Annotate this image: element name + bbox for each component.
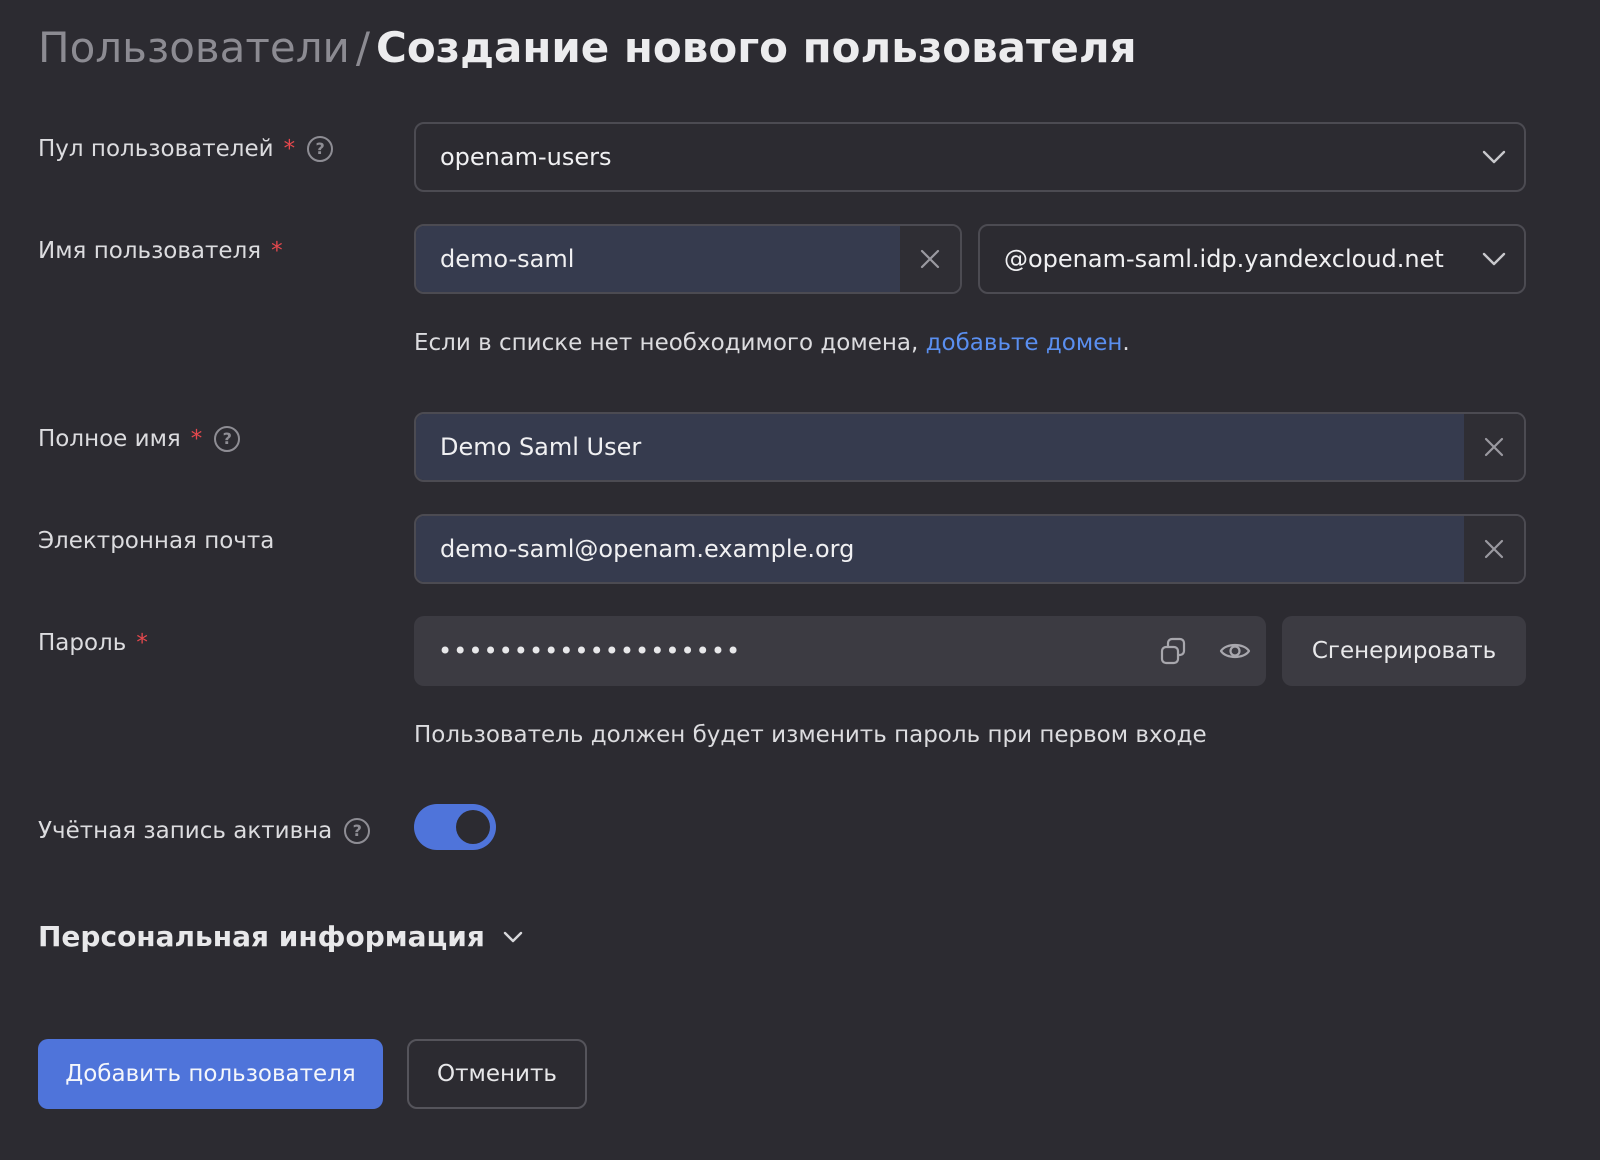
breadcrumb-users-link[interactable]: Пользователи [38, 23, 350, 72]
pool-label: Пул пользователей * ? [38, 134, 334, 164]
copy-icon[interactable] [1142, 616, 1204, 686]
password-input[interactable]: •••••••••••••••••••• [414, 616, 1266, 686]
clear-icon[interactable] [1464, 414, 1524, 480]
add-domain-link[interactable]: добавьте домен [926, 330, 1123, 356]
cancel-button[interactable]: Отменить [407, 1039, 587, 1109]
page-title: Создание нового пользователя [376, 23, 1137, 72]
email-input[interactable]: demo-saml@openam.example.org [414, 514, 1526, 584]
password-label-text: Пароль [38, 630, 127, 656]
full-name-label-text: Полное имя [38, 426, 181, 452]
full-name-input[interactable]: Demo Saml User [414, 412, 1526, 482]
required-mark: * [271, 238, 283, 264]
active-label-text: Учётная запись активна [38, 818, 333, 844]
required-mark: * [136, 630, 148, 656]
pool-select[interactable]: openam-users [414, 122, 1526, 192]
username-label-text: Имя пользователя [38, 238, 262, 264]
pool-label-text: Пул пользователей [38, 136, 274, 162]
domain-hint: Если в списке нет необходимого домена, д… [414, 328, 1130, 358]
required-mark: * [283, 136, 296, 162]
email-label: Электронная почта [38, 526, 274, 556]
chevron-down-icon[interactable] [1464, 124, 1524, 190]
domain-hint-end: . [1122, 330, 1130, 356]
personal-info-title: Персональная информация [38, 920, 485, 953]
toggle-knob [456, 810, 490, 844]
password-hint: Пользователь должен будет изменить парол… [414, 722, 1207, 748]
clear-icon[interactable] [1464, 516, 1524, 582]
domain-select[interactable]: @openam-saml.idp.yandexcloud.net [978, 224, 1526, 294]
domain-select-value: @openam-saml.idp.yandexcloud.net [1004, 245, 1444, 273]
full-name-input-value: Demo Saml User [416, 414, 1464, 480]
help-icon[interactable]: ? [214, 426, 241, 452]
username-input[interactable]: demo-saml [414, 224, 962, 294]
create-user-page: Пользователи / Создание нового пользовател… [0, 0, 1600, 1160]
add-user-button[interactable]: Добавить пользователя [38, 1039, 383, 1109]
chevron-down-icon[interactable] [503, 931, 523, 943]
domain-hint-text: Если в списке нет необходимого домена, [414, 330, 926, 356]
help-icon[interactable]: ? [307, 136, 334, 162]
password-input-value: •••••••••••••••••••• [438, 637, 742, 665]
email-label-text: Электронная почта [38, 528, 275, 554]
chevron-down-icon[interactable] [1464, 226, 1524, 292]
breadcrumb: Пользователи / Создание нового пользовател… [38, 18, 1137, 78]
username-label: Имя пользователя * [38, 236, 283, 266]
personal-info-section-header[interactable]: Персональная информация [38, 920, 523, 953]
generate-password-button[interactable]: Сгенерировать [1282, 616, 1526, 686]
required-mark: * [190, 426, 203, 452]
clear-icon[interactable] [900, 226, 960, 292]
account-active-toggle[interactable] [414, 804, 496, 850]
active-label: Учётная запись активна ? [38, 816, 371, 846]
full-name-label: Полное имя * ? [38, 424, 241, 454]
email-input-value: demo-saml@openam.example.org [416, 516, 1464, 582]
help-icon[interactable]: ? [344, 818, 371, 844]
pool-select-value: openam-users [440, 143, 612, 171]
breadcrumb-separator: / [355, 23, 370, 72]
eye-icon[interactable] [1204, 616, 1266, 686]
username-input-value: demo-saml [416, 226, 900, 292]
password-label: Пароль * [38, 628, 148, 658]
